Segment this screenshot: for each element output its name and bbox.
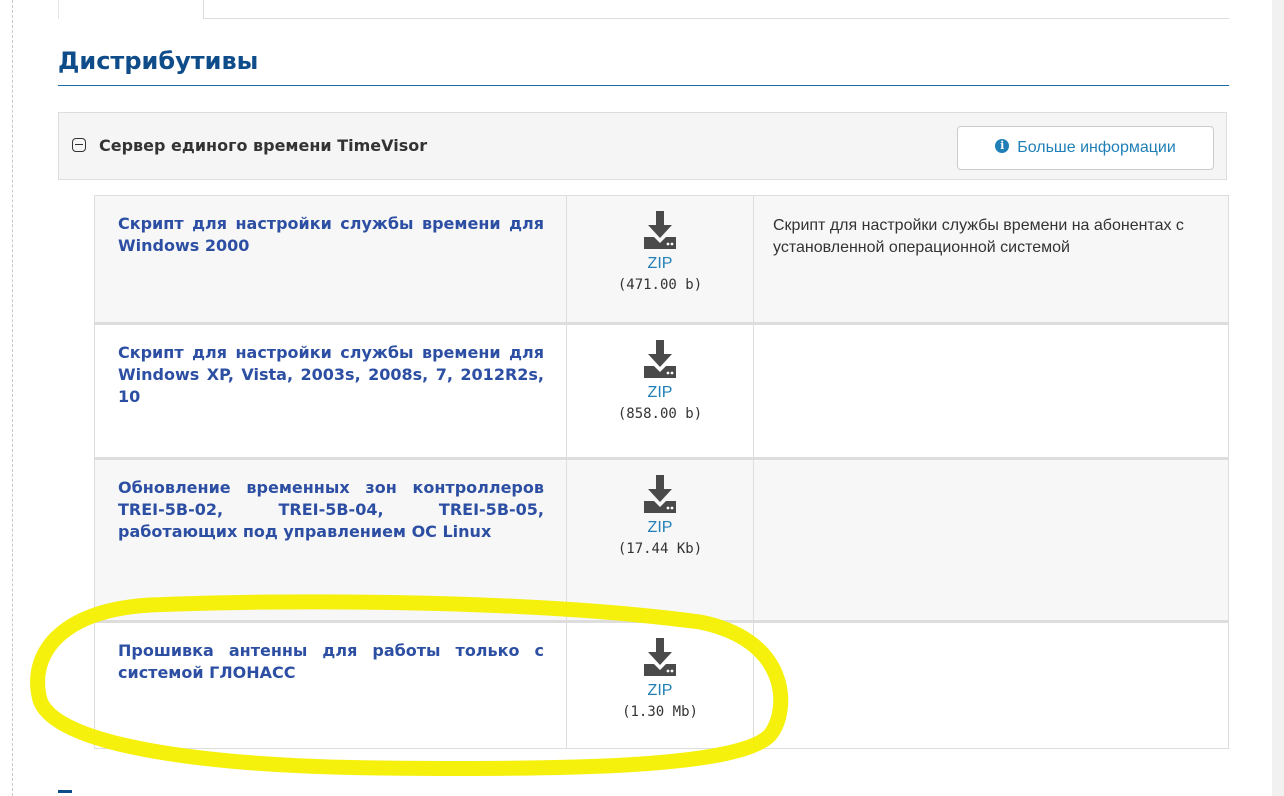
minus-square-icon[interactable] xyxy=(72,138,86,152)
files-table: Скрипт для настройки службы времени для … xyxy=(94,195,1229,749)
file-description xyxy=(753,457,1229,622)
file-title-link[interactable]: Прошивка антенны для работы только с сис… xyxy=(118,640,544,684)
file-title-cell: Скрипт для настройки службы времени для … xyxy=(94,195,567,324)
file-title-link[interactable]: Скрипт для настройки службы времени для … xyxy=(118,342,544,408)
download-cell: ZIP (858.00 b) xyxy=(566,322,754,459)
file-description: Скрипт для настройки службы времени на а… xyxy=(753,195,1229,324)
top-tab-strip xyxy=(58,0,1229,19)
file-size: (17.44 Kb) xyxy=(617,541,703,557)
info-circle-icon: i xyxy=(995,139,1010,154)
product-name: Сервер единого времени TimeVisor xyxy=(99,136,428,155)
file-title-cell: Скрипт для настройки службы времени для … xyxy=(94,322,567,459)
file-title-link[interactable]: Скрипт для настройки службы времени для … xyxy=(118,213,544,257)
download-icon[interactable] xyxy=(638,208,682,252)
table-row: Скрипт для настройки службы времени для … xyxy=(94,195,1229,324)
download-icon[interactable] xyxy=(638,635,682,679)
file-description xyxy=(753,620,1229,749)
file-title-link[interactable]: Обновление временных зон контроллеров TR… xyxy=(118,477,544,543)
next-section-heading-stub xyxy=(58,790,72,793)
more-info-button[interactable]: i Больше информации xyxy=(957,126,1214,170)
zip-link[interactable]: ZIP xyxy=(567,518,753,538)
file-size: (471.00 b) xyxy=(617,277,703,293)
zip-link[interactable]: ZIP xyxy=(567,254,753,274)
table-row: Обновление временных зон контроллеров TR… xyxy=(94,457,1229,622)
file-title-cell: Обновление временных зон контроллеров TR… xyxy=(94,457,567,622)
file-size: (1.30 Mb) xyxy=(622,704,698,720)
download-cell: ZIP (1.30 Mb) xyxy=(566,620,754,749)
section-title: Дистрибутивы xyxy=(58,46,1229,86)
tab-left-edge xyxy=(58,0,59,19)
table-row: Скрипт для настройки службы времени для … xyxy=(94,322,1229,459)
download-cell: ZIP (17.44 Kb) xyxy=(566,457,754,622)
table-row: Прошивка антенны для работы только с сис… xyxy=(94,620,1229,749)
more-info-label: Больше информации xyxy=(1017,139,1176,156)
page-left-border xyxy=(12,0,13,796)
scrollbar-track[interactable] xyxy=(1272,0,1284,796)
file-description xyxy=(753,322,1229,459)
product-panel-heading: Сервер единого времени TimeVisor i Больше… xyxy=(58,112,1227,180)
tab-right-edge xyxy=(203,0,204,19)
zip-link[interactable]: ZIP xyxy=(567,681,753,701)
file-title-cell: Прошивка антенны для работы только с сис… xyxy=(94,620,567,749)
tab-bottom-line xyxy=(203,18,1229,19)
file-size: (858.00 b) xyxy=(617,406,703,422)
download-cell: ZIP (471.00 b) xyxy=(566,195,754,324)
download-icon[interactable] xyxy=(638,472,682,516)
zip-link[interactable]: ZIP xyxy=(567,383,753,403)
download-icon[interactable] xyxy=(638,337,682,381)
